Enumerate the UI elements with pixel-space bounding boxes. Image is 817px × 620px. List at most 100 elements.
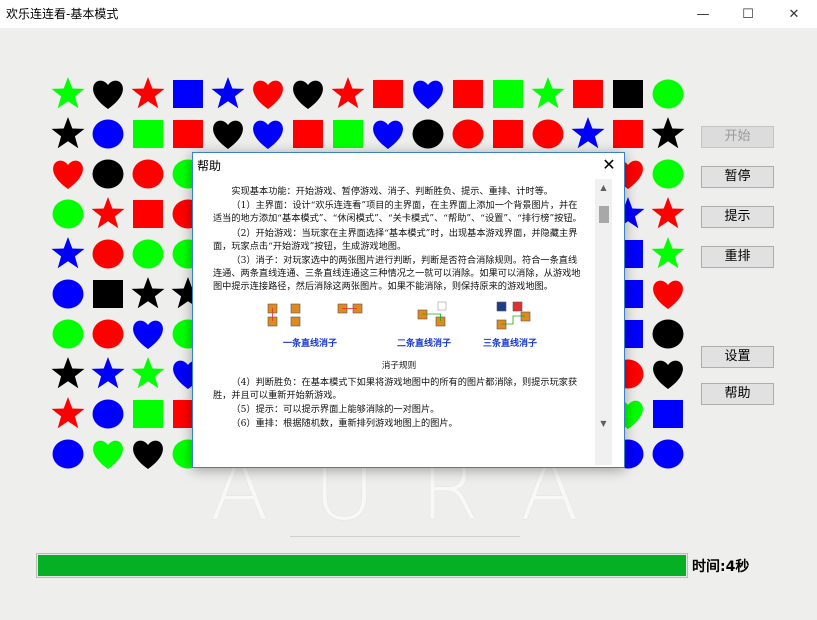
black-square-tile[interactable] — [88, 274, 128, 314]
black-heart-tile[interactable] — [288, 74, 328, 114]
scroll-thumb[interactable] — [599, 206, 609, 223]
black-heart-tile[interactable] — [128, 434, 168, 474]
help-text: 实现基本功能：开始游戏、暂停游戏、消子、判断胜负、提示、重排、计时等。 （1）主… — [195, 179, 593, 432]
pause-button[interactable]: 暂停 — [701, 166, 774, 188]
green-square-tile[interactable] — [328, 114, 368, 154]
elimination-rules-illustration — [267, 301, 531, 329]
blue-star-tile[interactable] — [208, 74, 248, 114]
help-paragraph: （5）提示：可以提示界面上能够消除的一对图片。 — [231, 404, 440, 416]
black-star-tile[interactable] — [128, 274, 168, 314]
blue-circle-tile[interactable] — [88, 394, 128, 434]
blue-circle-tile[interactable] — [48, 434, 88, 474]
diagram-caption: 一条直线消子 — [283, 338, 338, 349]
blue-heart-tile[interactable] — [368, 114, 408, 154]
black-heart-tile[interactable] — [648, 354, 688, 394]
diagram-caption: 二条直线消子 — [397, 338, 452, 349]
black-circle-tile[interactable] — [408, 114, 448, 154]
blue-circle-tile[interactable] — [48, 274, 88, 314]
red-heart-tile[interactable] — [48, 154, 88, 194]
black-circle-tile[interactable] — [88, 154, 128, 194]
black-heart-tile[interactable] — [88, 74, 128, 114]
red-circle-tile[interactable] — [88, 234, 128, 274]
diagram-caption: 三条直线消子 — [483, 338, 538, 349]
red-circle-tile[interactable] — [128, 154, 168, 194]
red-circle-tile[interactable] — [88, 314, 128, 354]
blue-circle-tile[interactable] — [88, 114, 128, 154]
hint-button[interactable]: 提示 — [701, 206, 774, 228]
blue-heart-tile[interactable] — [248, 114, 288, 154]
help-paragraph: （4）判断胜负：在基本模式下如果将游戏地图中的所有的图片都消除，则提示玩家获胜，… — [213, 376, 578, 402]
blue-square-tile[interactable] — [648, 394, 688, 434]
timer-label: 时间:4秒 — [692, 559, 750, 575]
green-circle-tile[interactable] — [48, 314, 88, 354]
green-square-tile[interactable] — [488, 74, 528, 114]
green-star-tile[interactable] — [528, 74, 568, 114]
red-star-tile[interactable] — [328, 74, 368, 114]
blue-star-tile[interactable] — [48, 234, 88, 274]
window-title: 欢乐连连看-基本模式 — [6, 7, 119, 21]
help-dialog-content[interactable]: 实现基本功能：开始游戏、暂停游戏、消子、判断胜负、提示、重排、计时等。 （1）主… — [195, 179, 593, 465]
elimination-rules-diagram: 一条直线消子 二条直线消子 三条直线消子 — [213, 300, 585, 356]
red-square-tile[interactable] — [368, 74, 408, 114]
red-square-tile[interactable] — [448, 74, 488, 114]
title-bar: 欢乐连连看-基本模式 — ☐ ✕ — [0, 0, 817, 28]
red-square-tile[interactable] — [568, 74, 608, 114]
diagram-title: 消子规则 — [381, 360, 417, 371]
black-star-tile[interactable] — [648, 114, 688, 154]
help-dialog-title: 帮助 — [197, 159, 222, 173]
red-square-tile[interactable] — [488, 114, 528, 154]
red-square-tile[interactable] — [608, 114, 648, 154]
blue-circle-tile[interactable] — [648, 434, 688, 474]
help-dialog-close-button[interactable]: ✕ — [593, 153, 625, 179]
help-paragraph: （2）开始游戏：当玩家在主界面选择“基本模式”时，出现基本游戏界面，并隐藏主界面… — [213, 227, 578, 252]
help-dialog-scrollbar[interactable]: ▲ ▼ — [595, 179, 612, 465]
green-circle-tile[interactable] — [648, 74, 688, 114]
settings-button[interactable]: 设置 — [701, 346, 774, 368]
green-star-tile[interactable] — [128, 354, 168, 394]
green-heart-tile[interactable] — [88, 434, 128, 474]
red-square-tile[interactable] — [168, 114, 208, 154]
start-button[interactable]: 开始 — [701, 126, 774, 148]
black-circle-tile[interactable] — [648, 314, 688, 354]
minimize-button[interactable]: — — [680, 0, 726, 28]
red-square-tile[interactable] — [288, 114, 328, 154]
red-star-tile[interactable] — [88, 194, 128, 234]
background-watermark-line — [290, 536, 520, 537]
maximize-button[interactable]: ☐ — [725, 0, 771, 28]
time-progress-fill — [38, 555, 686, 576]
green-circle-tile[interactable] — [648, 154, 688, 194]
green-square-tile[interactable] — [128, 394, 168, 434]
red-circle-tile[interactable] — [448, 114, 488, 154]
black-star-tile[interactable] — [48, 354, 88, 394]
red-square-tile[interactable] — [128, 194, 168, 234]
green-star-tile[interactable] — [48, 74, 88, 114]
red-heart-tile[interactable] — [648, 274, 688, 314]
close-window-button[interactable]: ✕ — [771, 0, 817, 28]
red-circle-tile[interactable] — [528, 114, 568, 154]
blue-heart-tile[interactable] — [408, 74, 448, 114]
help-paragraph: 实现基本功能：开始游戏、暂停游戏、消子、判断胜负、提示、重排、计时等。 — [231, 186, 553, 197]
red-heart-tile[interactable] — [248, 74, 288, 114]
help-paragraph: （6）重排：根据随机数，重新排列游戏地图上的图片。 — [231, 418, 458, 430]
black-heart-tile[interactable] — [208, 114, 248, 154]
green-circle-tile[interactable] — [128, 234, 168, 274]
blue-heart-tile[interactable] — [128, 314, 168, 354]
scroll-down-arrow-icon[interactable]: ▼ — [595, 415, 612, 432]
scroll-up-arrow-icon[interactable]: ▲ — [595, 179, 612, 196]
black-square-tile[interactable] — [608, 74, 648, 114]
green-square-tile[interactable] — [128, 114, 168, 154]
help-paragraph: （3）消子：对玩家选中的两张图片进行判断，判断是否符合消除规则。符合一条直线连通… — [213, 255, 581, 293]
help-button[interactable]: 帮助 — [701, 383, 774, 405]
green-circle-tile[interactable] — [48, 194, 88, 234]
reshuffle-button[interactable]: 重排 — [701, 246, 774, 268]
help-paragraph: （1）主界面：设计“欢乐连连看”项目的主界面，在主界面上添加一个背景图片，并在适… — [213, 200, 582, 225]
blue-star-tile[interactable] — [568, 114, 608, 154]
time-progress-bar — [36, 553, 688, 578]
red-star-tile[interactable] — [648, 194, 688, 234]
blue-star-tile[interactable] — [88, 354, 128, 394]
black-star-tile[interactable] — [48, 114, 88, 154]
red-star-tile[interactable] — [128, 74, 168, 114]
blue-square-tile[interactable] — [168, 74, 208, 114]
red-star-tile[interactable] — [48, 394, 88, 434]
green-star-tile[interactable] — [648, 234, 688, 274]
